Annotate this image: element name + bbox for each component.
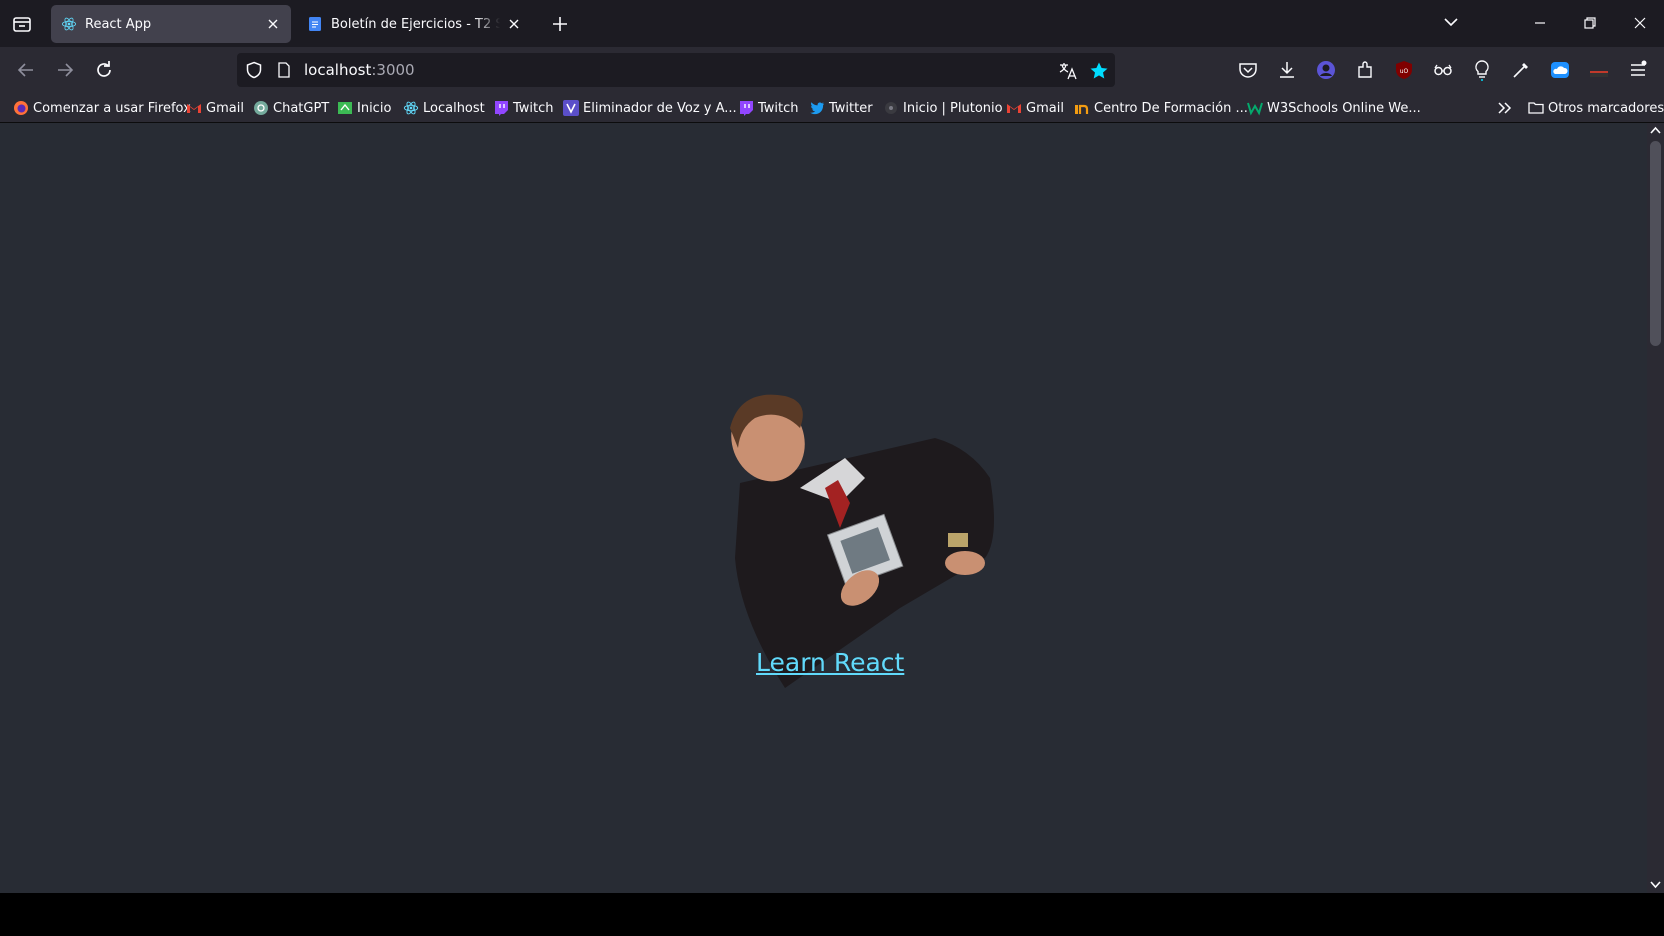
google-docs-icon — [309, 17, 321, 31]
reload-icon[interactable] — [92, 58, 116, 82]
bookmark-label: Localhost — [423, 100, 485, 116]
firefox-icon — [14, 101, 28, 115]
restore-icon[interactable] — [1580, 13, 1600, 33]
twitch-icon — [740, 101, 753, 116]
tab-overview-icon[interactable] — [10, 12, 34, 36]
bookmark-twitter[interactable]: Twitter — [809, 98, 873, 118]
tab-strip: React App Boletín de Ejercicios - T2 Spr… — [0, 0, 1664, 47]
bookmark-label: Comenzar a usar Firefox — [33, 100, 191, 116]
bookmark-label: ChatGPT — [273, 100, 330, 116]
color-picker-icon[interactable] — [1510, 59, 1532, 81]
gmail-icon — [187, 104, 201, 113]
inicio-icon — [338, 102, 352, 114]
url-text[interactable]: localhost:3000 — [304, 61, 415, 79]
w3schools-icon — [1247, 102, 1263, 116]
vertical-scrollbar[interactable] — [1647, 123, 1664, 893]
folder-icon — [1528, 102, 1544, 114]
bookmark-plutonio[interactable]: Inicio | Plutonio — [883, 98, 1003, 118]
gmail-icon — [1007, 104, 1021, 113]
bookmark-comenzar-firefox[interactable]: Comenzar a usar Firefox — [13, 98, 191, 118]
glasses-extension-icon[interactable] — [1432, 59, 1454, 81]
react-icon — [61, 17, 77, 31]
tab-title: Boletín de Ejercicios - T2 Sprint — [331, 16, 500, 32]
new-tab-icon[interactable] — [548, 12, 572, 36]
bookmark-label: Centro De Formación ... — [1094, 100, 1248, 116]
tab-boletin[interactable]: Boletín de Ejercicios - T2 Sprint — [297, 5, 532, 43]
bookmark-localhost[interactable]: Localhost — [403, 98, 485, 118]
bookmark-centro-formacion[interactable]: Centro De Formación ... — [1074, 98, 1248, 118]
react-icon — [403, 101, 419, 115]
address-bar[interactable]: localhost:3000 — [237, 53, 1115, 87]
page-viewport: Learn React — [0, 123, 1647, 893]
close-tab-icon[interactable] — [506, 16, 522, 32]
chatgpt-icon — [254, 101, 268, 115]
bookmark-label: Twitter — [829, 100, 873, 116]
bookmark-twitch[interactable]: Twitch — [493, 98, 554, 118]
bookmark-label: Eliminador de Voz y A... — [583, 100, 737, 116]
ublock-origin-icon[interactable]: uO — [1393, 59, 1415, 81]
bookmark-eliminador-voz[interactable]: Eliminador de Voz y A... — [563, 98, 737, 118]
pocket-icon[interactable] — [1237, 59, 1259, 81]
bookmark-label: Gmail — [206, 100, 244, 116]
scroll-down-arrow-icon[interactable] — [1650, 879, 1661, 890]
bookmark-inicio[interactable]: Inicio — [337, 98, 391, 118]
plutonio-icon — [885, 102, 897, 114]
centro-icon — [1075, 104, 1089, 114]
translate-icon[interactable] — [1058, 61, 1078, 81]
bookmark-label: Inicio | Plutonio — [903, 100, 1003, 116]
close-window-icon[interactable] — [1630, 13, 1650, 33]
scroll-up-arrow-icon[interactable] — [1650, 125, 1661, 136]
list-all-tabs-icon[interactable] — [1441, 12, 1461, 32]
navigation-toolbar: localhost:3000 uO — [0, 47, 1664, 93]
bookmark-gmail[interactable]: Gmail — [186, 98, 244, 118]
twitch-icon — [495, 101, 508, 116]
bookmarks-toolbar: Comenzar a usar Firefox Gmail ChatGPT In… — [0, 93, 1664, 123]
url-port: :3000 — [371, 61, 415, 79]
bookmark-w3schools[interactable]: W3Schools Online We... — [1247, 98, 1421, 118]
account-icon[interactable] — [1315, 59, 1337, 81]
bookmark-label: Twitch — [513, 100, 554, 116]
tracking-protection-shield-icon[interactable] — [245, 61, 263, 79]
bookmark-label: W3Schools Online We... — [1267, 100, 1421, 116]
menu-icon[interactable] — [1627, 59, 1649, 81]
vocalremover-icon — [563, 100, 579, 116]
bookmark-twitch-2[interactable]: Twitch — [738, 98, 799, 118]
downloads-icon[interactable] — [1276, 59, 1298, 81]
url-host: localhost — [304, 61, 372, 79]
spinning-man-holding-cd-image — [730, 394, 994, 688]
more-bookmarks-chevron-icon[interactable] — [1496, 100, 1514, 116]
bottom-black-bar — [0, 893, 1664, 936]
bookmark-gmail-2[interactable]: Gmail — [1006, 98, 1064, 118]
bookmark-label: Twitch — [758, 100, 799, 116]
learn-react-link[interactable]: Learn React — [756, 648, 904, 677]
bookmark-label: Inicio — [357, 100, 392, 116]
close-tab-icon[interactable] — [265, 16, 281, 32]
tab-title: React App — [85, 16, 152, 32]
video-downloader-icon[interactable] — [1588, 59, 1610, 81]
scrollbar-thumb[interactable] — [1650, 141, 1661, 346]
cloud-extension-icon[interactable] — [1549, 59, 1571, 81]
page-info-icon[interactable] — [277, 62, 291, 78]
bookmark-label: Gmail — [1026, 100, 1064, 116]
extensions-icon[interactable] — [1354, 59, 1376, 81]
back-icon[interactable] — [14, 58, 38, 82]
twitter-icon — [810, 102, 824, 115]
bookmark-star-icon[interactable] — [1089, 61, 1109, 81]
svg-text:uO: uO — [1400, 68, 1409, 75]
tab-react-app[interactable]: React App — [51, 5, 291, 43]
minimize-icon[interactable] — [1530, 13, 1550, 33]
bookmark-chatgpt[interactable]: ChatGPT — [253, 98, 329, 118]
other-bookmarks-label: Otros marcadores — [1548, 100, 1664, 116]
lightbulb-icon[interactable] — [1471, 59, 1493, 81]
forward-icon[interactable] — [53, 58, 77, 82]
other-bookmarks-folder[interactable]: Otros marcadores — [1528, 98, 1664, 118]
